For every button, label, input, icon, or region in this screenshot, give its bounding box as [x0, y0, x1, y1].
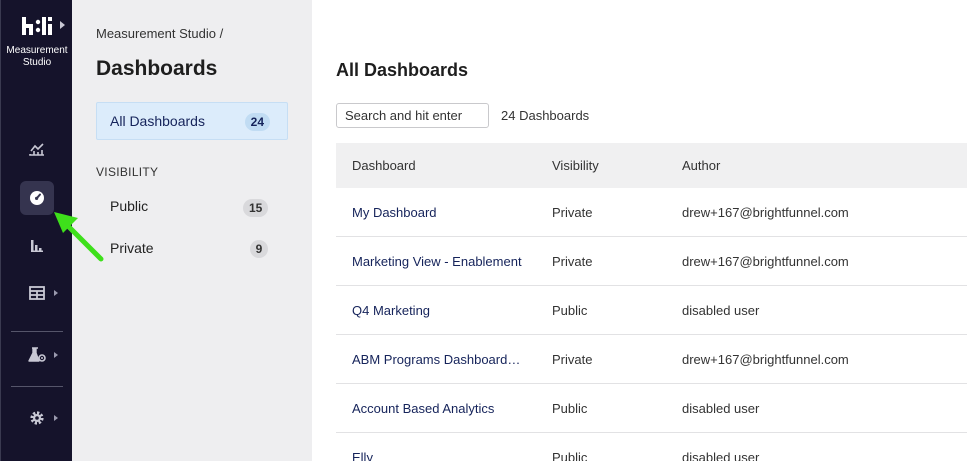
dashboard-link[interactable]: ABM Programs Dashboard 2021 — [352, 352, 522, 367]
sidebar-item-public[interactable]: Public 15 — [96, 192, 288, 222]
visibility-cell: Public — [552, 401, 588, 416]
breadcrumb[interactable]: Measurement Studio / — [96, 26, 223, 41]
table-row: Account Based Analytics Public disabled … — [336, 384, 967, 433]
rail-item-experiments[interactable] — [20, 338, 54, 372]
dashboard-link[interactable]: My Dashboard — [352, 205, 437, 220]
app-name-line1: Measurement — [6, 45, 68, 56]
visibility-cell: Private — [552, 352, 593, 367]
visibility-cell: Public — [552, 450, 588, 461]
settings-submenu-caret-icon — [54, 415, 58, 421]
app-name-line2: Studio — [22, 57, 52, 68]
dashboard-link[interactable]: Marketing View - Enablement — [352, 254, 522, 269]
rail-divider — [11, 331, 63, 332]
author-cell: disabled user — [682, 303, 760, 318]
sidebar-item-private[interactable]: Private 9 — [96, 234, 288, 264]
visibility-section-title: VISIBILITY — [96, 165, 159, 179]
table-row: My Dashboard Private drew+167@brightfunn… — [336, 188, 967, 237]
app-name: Measurement Studio — [1, 45, 73, 69]
rail-item-settings[interactable] — [20, 401, 54, 435]
table-row: ABM Programs Dashboard 2021 Private drew… — [336, 335, 967, 384]
sidebar-item-all-dashboards[interactable]: All Dashboards 24 — [96, 102, 288, 140]
visibility-cell: Private — [552, 205, 593, 220]
tables-submenu-caret-icon — [54, 290, 58, 296]
table-grid-icon — [29, 286, 45, 300]
page-title: Dashboards — [96, 57, 218, 80]
author-cell: drew+167@brightfunnel.com — [682, 205, 849, 220]
sidebar-item-label: Private — [110, 240, 154, 256]
gear-icon — [30, 411, 44, 425]
dashboards-sidebar: Measurement Studio / Dashboards All Dash… — [72, 0, 312, 461]
app-logo-icon[interactable] — [21, 15, 53, 37]
dashboard-count: 24 Dashboards — [501, 108, 590, 123]
author-cell: disabled user — [682, 401, 760, 416]
count-badge: 15 — [243, 199, 269, 217]
sidebar-item-label: All Dashboards — [110, 113, 205, 129]
dashboard-link[interactable]: Q4 Marketing — [352, 303, 430, 318]
column-header-dashboard[interactable]: Dashboard — [352, 158, 416, 173]
rail-item-reports[interactable] — [20, 229, 54, 263]
visibility-cell: Public — [552, 303, 588, 318]
count-badge: 24 — [244, 113, 270, 131]
dashboard-gauge-icon — [30, 191, 44, 205]
column-header-visibility[interactable]: Visibility — [552, 158, 599, 173]
rail-item-tables[interactable] — [20, 276, 54, 310]
column-header-author[interactable]: Author — [682, 158, 720, 173]
bar-chart-icon — [31, 240, 43, 252]
sidebar-item-label: Public — [110, 198, 149, 214]
table-row: Elly Public disabled user — [336, 433, 967, 461]
experiment-flask-icon — [28, 347, 46, 362]
count-badge: 9 — [250, 240, 268, 258]
author-cell: drew+167@brightfunnel.com — [682, 254, 849, 269]
author-cell: drew+167@brightfunnel.com — [682, 352, 849, 367]
table-row: Marketing View - Enablement Private drew… — [336, 237, 967, 286]
dashboards-table: Dashboard Visibility Author My Dashboard… — [336, 143, 967, 461]
main-content: All Dashboards 24 Dashboards Dashboard V… — [312, 0, 967, 461]
app-switcher-caret-icon[interactable] — [60, 21, 65, 29]
rail-item-analytics[interactable] — [20, 132, 54, 166]
experiments-submenu-caret-icon — [54, 352, 58, 358]
table-row: Q4 Marketing Public disabled user — [336, 286, 967, 335]
rail-divider — [11, 386, 63, 387]
section-title: All Dashboards — [336, 60, 469, 80]
app-rail: Measurement Studio — [0, 0, 72, 461]
rail-item-dashboards[interactable] — [20, 181, 54, 215]
table-header: Dashboard Visibility Author — [336, 143, 967, 188]
analytics-trend-icon — [29, 143, 44, 156]
visibility-cell: Private — [552, 254, 593, 269]
search-input[interactable] — [336, 103, 489, 128]
dashboard-link[interactable]: Elly — [352, 450, 373, 461]
author-cell: disabled user — [682, 450, 760, 461]
dashboard-link[interactable]: Account Based Analytics — [352, 401, 494, 416]
